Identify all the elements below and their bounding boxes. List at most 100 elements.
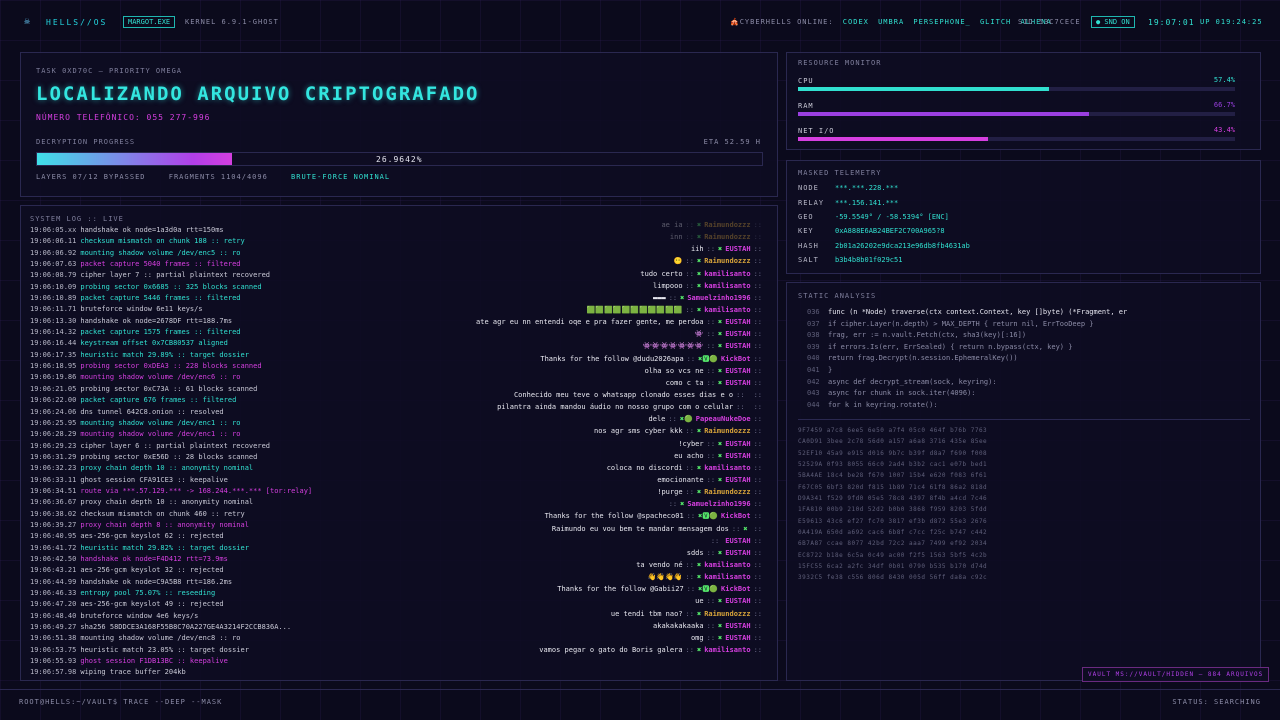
log-text: bruteforce window 4e6 keys/s: [80, 611, 199, 620]
chat-username[interactable]: Raimundozzz: [704, 221, 750, 229]
chat-username[interactable]: Raimundozzz: [704, 488, 750, 496]
log-list[interactable]: 19:06:05.xx handshake ok node=1a3d0a rtt=…: [30, 225, 410, 677]
chat-username[interactable]: PapeauNukeDoe: [696, 415, 751, 423]
telemetry-key: GEO: [798, 213, 814, 221]
chat-username[interactable]: kamilisanto: [704, 573, 750, 581]
chat-badge-icon: ✖🟢: [679, 415, 693, 424]
chat-username[interactable]: EUSTAH: [725, 549, 750, 557]
chat-feed[interactable]: ae ia:: ✖ Raimundozzz:: inn:: ✖ Raimundozzz::…: [405, 219, 765, 680]
chat-username[interactable]: EUSTAH: [725, 476, 750, 484]
line-number: 037: [807, 319, 820, 328]
log-text: mounting shadow volume /dev/enc5 :: ro: [80, 248, 241, 257]
fragments-status: FRAGMENTS 1104/4096: [168, 173, 268, 181]
code-line: 042 async def decrypt_stream(sock, keyrin…: [807, 377, 1247, 389]
chat-separator: ::: [685, 609, 694, 618]
chat-username[interactable]: EUSTAH: [725, 330, 750, 338]
system-log-panel[interactable]: SYSTEM LOG :: LIVE 19:06:05.xx handshake …: [20, 205, 778, 681]
log-text: dns tunnel 642C8.onion :: resolved: [80, 407, 224, 416]
log-timestamp: 19:06:14.32: [30, 328, 77, 337]
chat-text: !cyber: [678, 439, 704, 448]
chat-username[interactable]: EUSTAH: [725, 379, 750, 387]
code-text: if cipher.Layer(n.depth) > MAX_DEPTH { r…: [828, 319, 1094, 328]
chat-username[interactable]: EUSTAH: [725, 318, 750, 326]
chat-username[interactable]: Raimundozzz: [704, 427, 750, 435]
chat-text: limpooo: [653, 281, 683, 290]
chat-username[interactable]: Raimundozzz: [704, 610, 750, 618]
top-bar: ☠ HELLS//OS MARGOT.EXE KERNEL 6.9.1-GHOS…: [0, 0, 1280, 46]
chat-username[interactable]: KickBot: [721, 585, 751, 593]
chat-badge-icon: ✖: [696, 645, 702, 654]
log-text: ghost session F1DB13BC :: keepalive: [80, 657, 228, 666]
chat-message: :: EUSTAH::: [405, 535, 765, 547]
chat-username[interactable]: EUSTAH: [725, 440, 750, 448]
log-timestamp: 19:06:57.98: [30, 668, 77, 677]
chat-username[interactable]: kamilisanto: [704, 270, 750, 278]
log-text: route via ***.57.129.*** -> 168.244.***.…: [80, 486, 313, 495]
telemetry-value: ***.***.228.***: [835, 184, 899, 192]
chat-username[interactable]: EUSTAH: [725, 245, 750, 253]
chat-username[interactable]: kamilisanto: [704, 561, 750, 569]
static-analysis-panel[interactable]: STATIC ANALYSIS 036 func (n *Node) traver…: [786, 282, 1261, 681]
command-prompt[interactable]: ROOT@HELLS:~/VAULT$ TRACE --DEEP --MASK: [19, 698, 222, 706]
log-text: mounting shadow volume /dev/enc1 :: ro: [80, 418, 241, 427]
meter-value: 57.4%: [1213, 76, 1235, 84]
chat-username[interactable]: EUSTAH: [725, 634, 750, 642]
log-timestamp: 19:06:18.95: [30, 362, 77, 371]
log-timestamp: 19:06:42.50: [30, 554, 77, 563]
hex-line: CA0D91 3bee 2c78 56d0 a157 a6a8 3716 435…: [798, 438, 988, 446]
chat-text: dele: [648, 415, 666, 424]
layers-status: LAYERS 07/12 BYPASSED: [36, 173, 146, 181]
log-timestamp: 19:06:08.79: [30, 271, 77, 280]
chat-separator: ::: [753, 609, 762, 618]
chat-separator: ::: [706, 621, 716, 630]
chat-username[interactable]: kamilisanto: [704, 464, 750, 472]
progress-percent: 26.9642%: [376, 155, 423, 164]
telemetry-value: 2b01a26202e9dca213e96db8fb4631ab: [835, 242, 970, 250]
chat-username[interactable]: Samuelzinho1996: [687, 294, 750, 302]
online-user[interactable]: GLITCH: [980, 18, 1011, 26]
code-line: 037 if cipher.Layer(n.depth) > MAX_DEPTH …: [807, 319, 1247, 331]
chat-separator: ::: [668, 415, 677, 424]
code-text: async for chunk in sock.iter(4096):: [828, 389, 976, 398]
vault-badge[interactable]: VAULT MS://VAULT/HIDDEN — 884 ARQUIVOS: [1082, 667, 1270, 682]
log-line: 19:06:29.23 cipher layer 6 :: partial pla…: [30, 441, 410, 452]
log-text: mounting shadow volume /dev/enc1 :: ro: [80, 430, 241, 439]
code-line: 041}: [807, 365, 1247, 377]
code-line: 040 return frag.Decrypt(n.session.Ephemer…: [807, 353, 1247, 365]
chat-username[interactable]: KickBot: [721, 355, 751, 363]
log-text: aes-256-gcm keyslot 62 :: rejected: [80, 532, 224, 541]
chat-username[interactable]: EUSTAH: [725, 342, 750, 350]
chat-message: dele:: ✖🟢 PapeauNukeDoe::: [405, 413, 765, 425]
chat-username[interactable]: EUSTAH: [725, 597, 750, 605]
chat-badge-icon: ✖: [696, 281, 702, 290]
log-line: 19:06:48.40 bruteforce window 4e6 keys/s: [30, 611, 410, 622]
chat-username[interactable]: Raimundozzz: [704, 257, 750, 265]
chat-text: ▬▬▬: [653, 293, 666, 302]
chat-username[interactable]: Raimundozzz: [704, 233, 750, 241]
process-badge[interactable]: MARGOT.EXE: [123, 16, 176, 28]
chat-separator: ::: [706, 597, 716, 606]
chat-username[interactable]: kamilisanto: [704, 306, 750, 314]
chat-username[interactable]: EUSTAH: [725, 537, 750, 545]
log-text: handshake ok node=2678DF rtt=188.7ms: [80, 316, 233, 325]
chat-message: emocionante:: ✖ EUSTAH::: [405, 474, 765, 486]
chat-username[interactable]: EUSTAH: [725, 622, 750, 630]
log-line: 19:06:43.21 aes-256-gcm keyslot 32 :: rej…: [30, 565, 410, 576]
sound-toggle[interactable]: ● SND ON: [1091, 16, 1135, 28]
chat-message: limpooo:: ✖ kamilisanto::: [405, 280, 765, 292]
kernel-version: KERNEL 6.9.1-GHOST: [185, 18, 279, 26]
chat-username[interactable]: EUSTAH: [725, 367, 750, 375]
chat-username[interactable]: EUSTAH: [725, 452, 750, 460]
log-timestamp: 19:06:21.05: [30, 384, 77, 393]
chat-message: !cyber:: ✖ EUSTAH::: [405, 438, 765, 450]
chat-username[interactable]: KickBot: [721, 512, 751, 520]
chat-username[interactable]: kamilisanto: [704, 646, 750, 654]
online-user[interactable]: CODEX: [843, 18, 869, 26]
online-user[interactable]: UMBRA: [878, 18, 904, 26]
online-user[interactable]: PERSEPHONE_: [913, 18, 970, 26]
chat-username[interactable]: Samuelzinho1996: [687, 500, 750, 508]
code-listing[interactable]: 036 func (n *Node) traverse(ctx context.C…: [807, 307, 1247, 411]
chat-separator: ::: [753, 439, 762, 448]
chat-username[interactable]: kamilisanto: [704, 282, 750, 290]
hex-line: F67C05 6bf3 820d f815 1b89 71c4 61f8 86a…: [798, 483, 988, 491]
